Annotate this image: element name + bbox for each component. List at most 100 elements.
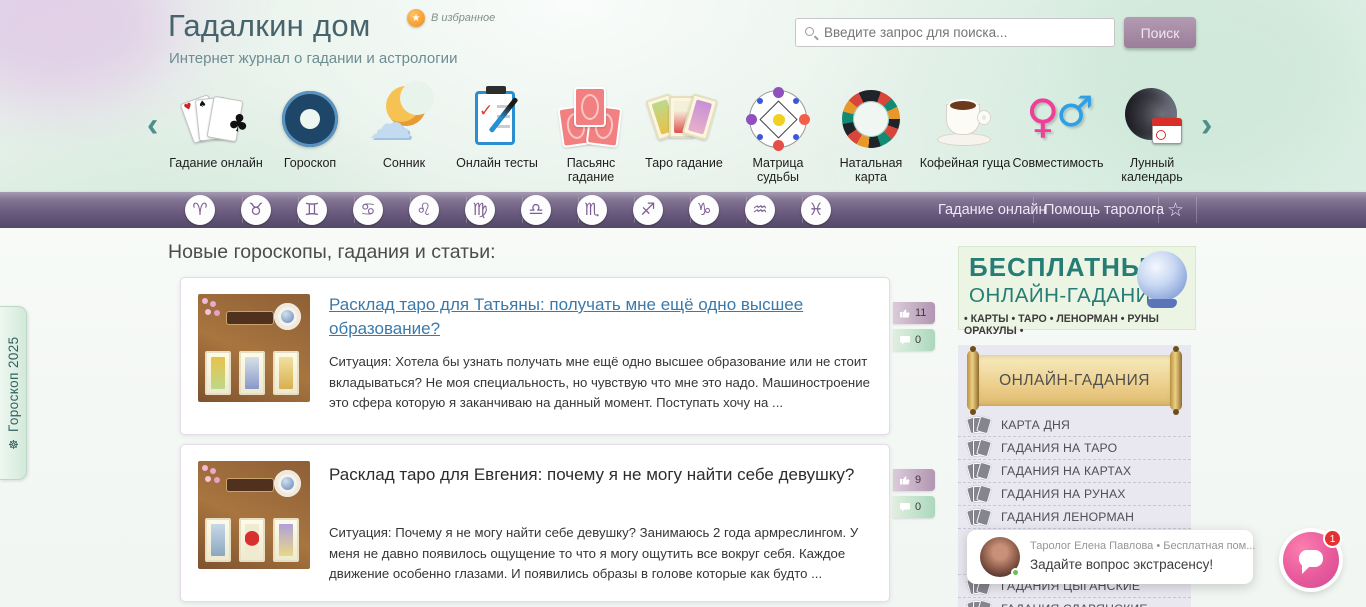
online-status-dot xyxy=(1011,568,1020,577)
crystal-ball-icon xyxy=(1137,251,1187,301)
sidebar-item-gadania-na-taro[interactable]: ГАДАНИЯ НА ТАРО xyxy=(958,437,1191,460)
carousel-item-online-testy[interactable]: ✓ Онлайн тесты xyxy=(450,86,544,170)
male-glyph: ♂ xyxy=(1056,87,1094,136)
search-box xyxy=(795,18,1115,47)
zodiac-icon-libra[interactable]: ♎ xyxy=(521,195,551,225)
card-suit: ♠ xyxy=(197,99,208,111)
carousel-item-matrica[interactable]: Матрица судьбы xyxy=(731,86,825,184)
carousel-item-label: Гороскоп xyxy=(283,156,337,170)
tarot-cards-icon xyxy=(645,86,720,152)
clipboard-pen-icon: ✓ xyxy=(461,86,533,152)
zodiac-icon-pisces[interactable]: ♓ xyxy=(801,195,831,225)
sidebar-item-label: ГАДАНИЯ НА КАРТАХ xyxy=(1001,464,1132,478)
article-card: Расклад таро для Евгения: почему я не мо… xyxy=(180,444,890,602)
article-title[interactable]: Расклад таро для Евгения: почему я не мо… xyxy=(329,463,864,487)
thumbs-up-icon xyxy=(900,309,910,318)
article-title-link[interactable]: Расклад таро для Татьяны: получать мне е… xyxy=(329,293,864,341)
likes-badge[interactable]: 9 xyxy=(893,469,935,491)
sidebar-item-gadania-na-runah[interactable]: ГАДАНИЯ НА РУНАХ xyxy=(958,483,1191,506)
zodiac-icon-taurus[interactable]: ♉ xyxy=(241,195,271,225)
comments-count: 0 xyxy=(915,334,922,346)
moon-calendar-icon xyxy=(1116,86,1188,152)
card-fan-icon xyxy=(966,507,992,527)
carousel-prev-arrow[interactable]: ‹ xyxy=(147,108,158,142)
chat-widget[interactable]: Таролог Елена Павлова • Бесплатная пом..… xyxy=(967,530,1256,584)
carousel-item-pasyans[interactable]: Пасьянс гадание xyxy=(544,86,638,184)
sidebar-item-label: КАРТА ДНЯ xyxy=(1001,418,1071,432)
card-suit: ♣ xyxy=(225,107,252,140)
comments-count: 0 xyxy=(915,501,922,513)
site-logo[interactable]: Гадалкин дом xyxy=(168,8,371,44)
sidebar-item-karta-dnya[interactable]: КАРТА ДНЯ xyxy=(958,414,1191,437)
zodiac-icon-aries[interactable]: ♈ xyxy=(185,195,215,225)
carousel-item-taro[interactable]: Таро гадание xyxy=(637,86,731,170)
zodiac-icon-sagittarius[interactable]: ♐ xyxy=(633,195,663,225)
zodiac-icon-gemini[interactable]: ♊ xyxy=(297,195,327,225)
zodiac-icon-scorpio[interactable]: ♏ xyxy=(577,195,607,225)
carousel-next-arrow[interactable]: › xyxy=(1201,108,1212,142)
article-excerpt: Ситуация: Хотела бы узнать получать мне … xyxy=(329,354,870,411)
zodiac-icon-aquarius[interactable]: ♒ xyxy=(745,195,775,225)
horoscope-2025-tab[interactable]: ☸ Гороскоп 2025 xyxy=(0,306,27,480)
nav-link-pomosch-tarologa[interactable]: Помощь таролога xyxy=(1044,192,1164,228)
nav-link-gadanie-online[interactable]: Гадание онлайн xyxy=(938,192,1047,228)
sidebar-item-gadania-na-kartah[interactable]: ГАДАНИЯ НА КАРТАХ xyxy=(958,460,1191,483)
chat-message-text: Задайте вопрос экстрасенсу! xyxy=(1030,557,1214,572)
carousel-item-natal[interactable]: Натальная карта xyxy=(824,86,918,184)
chat-button[interactable]: 1 xyxy=(1283,529,1342,588)
carousel-item-label: Таро гадание xyxy=(645,156,723,170)
scroll-banner: ОНЛАЙН-ГАДАНИЯ xyxy=(967,346,1182,415)
sidebar-item-label: ГАДАНИЯ НА ТАРО xyxy=(1001,441,1118,455)
card-fan-icon xyxy=(966,461,992,481)
favorite-star-icon[interactable]: ★ xyxy=(407,9,425,27)
carousel-item-goroskop[interactable]: Гороскоп xyxy=(263,86,357,170)
article-thumbnail[interactable] xyxy=(198,461,310,569)
section-heading: Новые гороскопы, гадания и статьи: xyxy=(168,241,496,263)
chat-header-text: Таролог Елена Павлова • Бесплатная пом..… xyxy=(1030,540,1256,552)
sidebar-item-gadania-lenorman[interactable]: ГАДАНИЯ ЛЕНОРМАН xyxy=(958,506,1191,529)
zodiac-wheel-icon xyxy=(274,86,346,152)
zodiac-icon-cancer[interactable]: ♋ xyxy=(353,195,383,225)
nav-star-icon[interactable]: ☆ xyxy=(1167,192,1184,228)
carousel-item-label: Онлайн тесты xyxy=(456,156,538,170)
card-fan-icon xyxy=(966,415,992,435)
search-input[interactable] xyxy=(824,19,1112,46)
carousel-item-lunny-kalendar[interactable]: Лунный календарь xyxy=(1105,86,1199,184)
thumbs-up-icon xyxy=(900,476,910,485)
sidebar-item-label: ГАДАНИЯ ЛЕНОРМАН xyxy=(1001,510,1135,524)
carousel-item-label: Совместимость xyxy=(1012,156,1104,170)
cloud-glyph: ☁ xyxy=(368,98,412,149)
gender-symbols-icon: ♀ ♂ xyxy=(1022,86,1094,152)
card-suit: ♥ xyxy=(182,101,194,114)
coffee-cup-icon xyxy=(929,86,1001,152)
check-glyph: ✓ xyxy=(479,101,494,121)
comments-badge[interactable]: 0 xyxy=(893,496,935,518)
card-fan-icon xyxy=(966,438,992,458)
free-gadania-banner[interactable]: БЕСПЛАТНЫЕ ОНЛАЙН-ГАДАНИЯ • КАРТЫ • ТАРО… xyxy=(958,246,1196,337)
carousel-item-sovmestimost[interactable]: ♀ ♂ Совместимость xyxy=(1011,86,1105,170)
likes-badge[interactable]: 11 xyxy=(893,302,935,324)
sidebar-item-gadania-slavyanskie[interactable]: ГАДАНИЯ СЛАВЯНСКИЕ xyxy=(958,598,1191,607)
comment-icon xyxy=(900,503,910,512)
carousel-item-kofe[interactable]: Кофейная гуща xyxy=(918,86,1012,170)
banner-line3: • КАРТЫ • ТАРО • ЛЕНОРМАН • РУНЫ ОРАКУЛЫ… xyxy=(964,313,1159,337)
article-thumbnail[interactable] xyxy=(198,294,310,402)
favorite-link[interactable]: В избранное xyxy=(431,12,495,24)
likes-count: 11 xyxy=(915,307,927,319)
zodiac-navbar: ♈ ♉ ♊ ♋ ♌ ♍ ♎ ♏ ♐ ♑ ♒ ♓ Гадание онлайн П… xyxy=(0,192,1366,228)
site-tagline: Интернет журнал о гадании и астрологии xyxy=(169,50,458,67)
zodiac-icon-capricorn[interactable]: ♑ xyxy=(689,195,719,225)
search-button[interactable]: Поиск xyxy=(1124,17,1196,48)
chat-bubble-icon xyxy=(1299,550,1323,574)
comments-badge[interactable]: 0 xyxy=(893,329,935,351)
carousel-item-label: Лунный календарь xyxy=(1121,156,1183,184)
carousel-item-label: Сонник xyxy=(382,156,426,170)
scroll-banner-title: ОНЛАЙН-ГАДАНИЯ xyxy=(999,372,1150,389)
carousel-item-sonnik[interactable]: ☁ Сонник xyxy=(357,81,451,170)
zodiac-icon-virgo[interactable]: ♍ xyxy=(465,195,495,225)
sidebar-item-label: ГАДАНИЯ НА РУНАХ xyxy=(1001,487,1126,501)
natal-chart-icon xyxy=(835,86,907,152)
zodiac-icon-leo[interactable]: ♌ xyxy=(409,195,439,225)
carousel-item-label: Матрица судьбы xyxy=(752,156,804,184)
carousel-item-gadanie-online[interactable]: ♥ ♠ ♣ Гадание онлайн xyxy=(169,86,263,170)
